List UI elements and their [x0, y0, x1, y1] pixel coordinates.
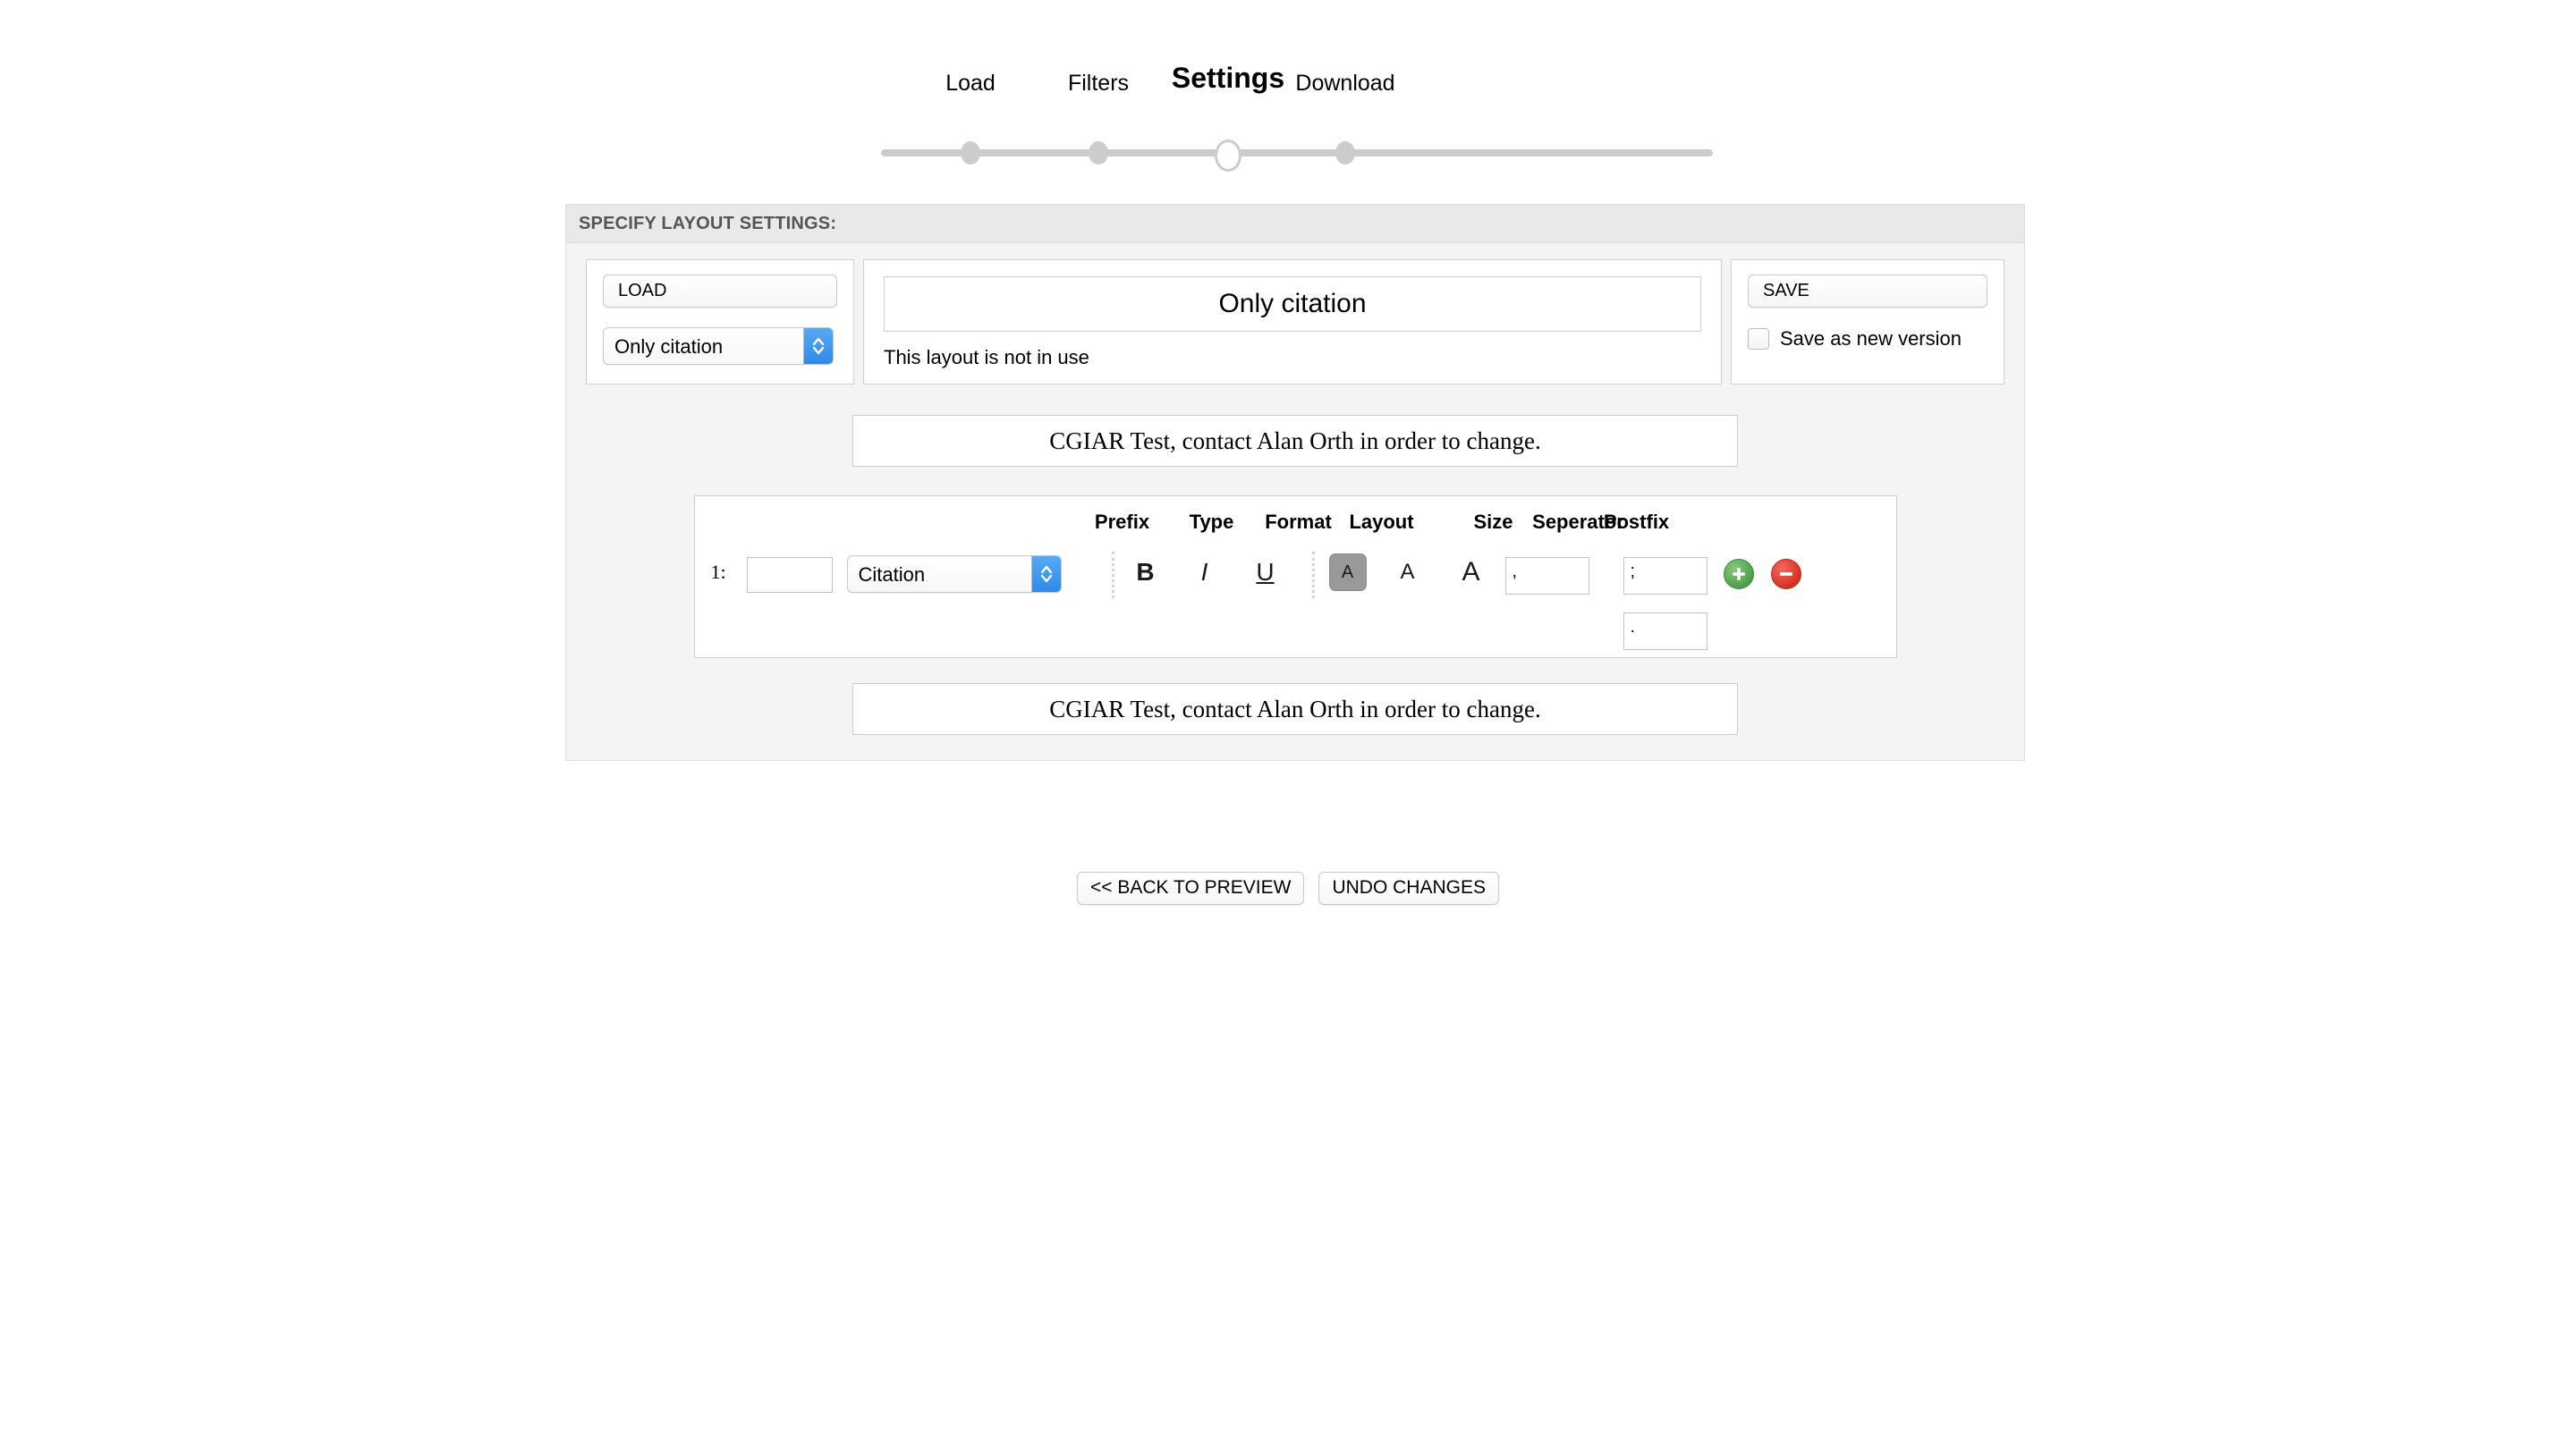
panel-body: LOAD Only citation Only citation This la… [566, 243, 2024, 760]
load-layout-box: LOAD Only citation [586, 259, 854, 384]
step-label-settings[interactable]: Settings [1172, 63, 1284, 92]
column-header-format: Format [1265, 511, 1332, 533]
postfix-input[interactable]: ; [1623, 557, 1707, 595]
chevron-updown-icon [803, 328, 833, 364]
step-label-filters[interactable]: Filters [1068, 70, 1129, 97]
preview-bar-bottom: CGIAR Test, contact Alan Orth in order t… [852, 683, 1738, 735]
save-as-new-version-row: Save as new version [1748, 327, 1987, 351]
divider-size [1311, 552, 1317, 598]
settings-page: Load Filters Settings Download SPECIFY L… [0, 0, 2576, 1436]
step-dot-download[interactable] [1335, 141, 1355, 165]
column-header-prefix: Prefix [1094, 511, 1150, 533]
save-button[interactable]: SAVE [1748, 275, 1987, 308]
size-large-button[interactable]: A [1453, 552, 1490, 593]
postfix-second-input[interactable]: . [1623, 612, 1707, 650]
minus-circle-icon[interactable] [1770, 559, 1801, 589]
size-small-button[interactable]: A [1328, 553, 1367, 591]
load-button[interactable]: LOAD [603, 275, 837, 308]
layout-status-text: This layout is not in use [884, 346, 1089, 368]
step-dot-settings[interactable] [1215, 139, 1241, 172]
footer-actions: << BACK TO PREVIEW UNDO CHANGES [0, 872, 2576, 905]
layout-name-box: Only citation This layout is not in use [863, 259, 1722, 384]
plus-circle-icon[interactable] [1723, 559, 1754, 589]
prefix-input[interactable] [746, 557, 833, 593]
back-to-preview-button[interactable]: << BACK TO PREVIEW [1077, 872, 1305, 905]
underline-button[interactable]: U [1250, 557, 1281, 587]
seperator-input[interactable]: , [1504, 557, 1589, 595]
column-header-layout: Layout [1349, 511, 1414, 533]
step-dot-load[interactable] [961, 141, 980, 165]
row-index-label: 1: [710, 561, 726, 583]
layout-select-value: Only citation [614, 335, 724, 358]
column-header-size: Size [1473, 511, 1513, 533]
field-editor: Prefix Type Format Layout Size Seperator… [693, 495, 1897, 658]
bold-button[interactable]: B [1131, 557, 1161, 587]
save-layout-box: SAVE Save as new version [1731, 259, 2004, 384]
chevron-updown-icon [1030, 556, 1061, 592]
undo-changes-button[interactable]: UNDO CHANGES [1318, 872, 1499, 905]
step-dot-filters[interactable] [1089, 141, 1108, 165]
layout-select[interactable]: Only citation [603, 327, 834, 365]
save-as-new-version-checkbox[interactable] [1748, 328, 1769, 350]
italic-button[interactable]: I [1190, 557, 1220, 587]
field-editor-header: Prefix Type Format Layout Size Seperator… [695, 511, 1896, 541]
stepper-track [881, 149, 1713, 156]
wizard-stepper: Load Filters Settings Download [881, 63, 1713, 172]
column-header-type: Type [1189, 511, 1234, 533]
size-medium-button[interactable]: A [1389, 553, 1427, 591]
panel-header: SPECIFY LAYOUT SETTINGS: [566, 205, 2024, 243]
type-select-value: Citation [858, 563, 926, 586]
top-row: LOAD Only citation Only citation This la… [584, 259, 2006, 384]
step-label-download[interactable]: Download [1295, 70, 1394, 97]
stepper-labels: Load Filters Settings Download [881, 63, 1713, 109]
save-as-new-version-label: Save as new version [1780, 327, 1962, 350]
divider-format [1111, 552, 1116, 598]
type-select[interactable]: Citation [846, 555, 1062, 593]
stepper-track-wrap [881, 139, 1713, 172]
layout-name-input[interactable]: Only citation [884, 276, 1701, 332]
preview-bar-top: CGIAR Test, contact Alan Orth in order t… [852, 415, 1738, 467]
table-row: 1: Citation B I U A A A , ; . [695, 541, 1896, 650]
step-label-load[interactable]: Load [945, 70, 996, 97]
column-header-postfix: Postfix [1603, 511, 1670, 533]
layout-settings-panel: SPECIFY LAYOUT SETTINGS: LOAD Only citat… [565, 204, 2025, 761]
